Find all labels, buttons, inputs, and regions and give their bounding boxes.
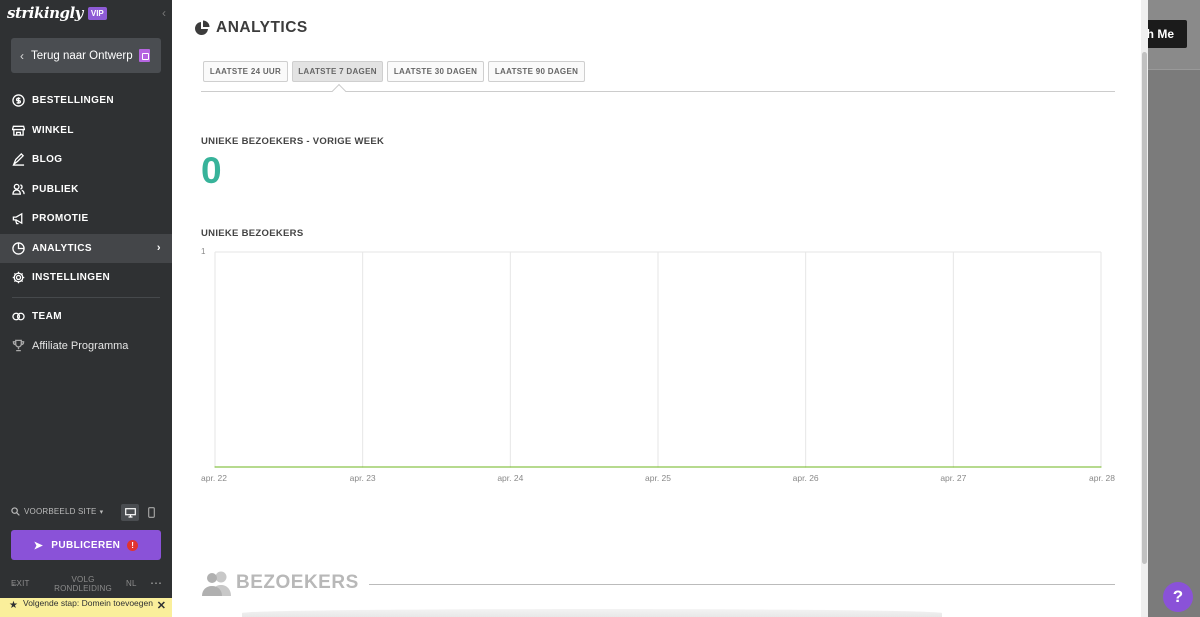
chevron-left-icon: ‹ [20,48,24,63]
help-button[interactable]: ? [1163,582,1193,612]
tour-link[interactable]: VOLG RONDLEIDING [53,575,113,593]
next-step-label: Volgende stap: Domein toevoegen [23,598,153,608]
next-step-banner[interactable]: ★ Volgende stap: Domein toevoegen ✕ [0,598,172,617]
sidebar-item-label: TEAM [32,310,62,322]
megaphone-icon [12,212,25,225]
sidebar-item-label: WINKEL [32,124,74,136]
analytics-panel: ANALYTICS LAATSTE 24 UUR LAATSTE 7 DAGEN… [172,0,1147,617]
desktop-icon [124,507,136,518]
sidebar-item-analytics[interactable]: ANALYTICS › [0,233,172,263]
mobile-icon [147,507,155,518]
kpi-value: 0 [201,150,222,191]
store-icon [12,124,25,137]
kpi-title: UNIEKE BEZOEKERS - VORIGE WEEK [201,136,385,147]
x-tick-label: apr. 28 [1089,473,1115,483]
content-shadow [242,609,942,617]
collapse-sidebar-icon[interactable]: ‹ [162,6,166,20]
data-point [805,466,807,468]
x-tick-label: apr. 24 [497,473,523,483]
alert-badge: ! [127,539,139,551]
search-icon [11,507,20,516]
exit-label: EXIT [11,579,30,588]
more-options-icon[interactable]: ⋯ [150,576,162,590]
strikingly-logo[interactable]: strikingly [7,4,83,22]
sidebar-item-affiliate[interactable]: Affiliate Programma [0,331,172,361]
back-to-design-label: Terug naar Ontwerp [31,49,133,62]
chart-title: UNIEKE BEZOEKERS [201,228,304,239]
data-point [214,466,216,468]
sidebar-item-label: ANALYTICS [32,242,92,254]
sidebar-item-label: BLOG [32,154,63,166]
section-divider [368,583,1115,585]
visitors-section-header: BEZOEKERS [202,570,1115,596]
sidebar-item-label: PUBLIEK [32,183,79,195]
mobile-preview-button[interactable] [142,504,160,521]
data-point [509,466,511,468]
language-selector[interactable]: NL [126,579,137,588]
close-icon[interactable]: ✕ [157,601,166,611]
publish-label: PUBLICEREN [51,539,121,551]
sidebar-item-label: INSTELLINGEN [32,272,111,284]
people-icon [202,571,231,596]
design-doc-icon [139,49,150,62]
site-preview-background [1148,0,1200,617]
tab-30-days[interactable]: LAATSTE 30 DAGEN [387,61,484,82]
dollar-icon [12,94,25,107]
unique-visitors-chart: 1 apr. 22 apr. 23 apr. 24 apr. 25 apr. 26 apr.… [201,247,1115,483]
trophy-icon [12,339,25,352]
preview-site-label: VOORBEELD SITE [24,507,97,516]
x-tick-label: apr. 27 [940,473,966,483]
chevron-right-icon: › [156,241,161,254]
tab-90-days[interactable]: LAATSTE 90 DAGEN [488,61,585,82]
sidebar-item-team[interactable]: TEAM [0,302,172,332]
sidebar-item-instellingen[interactable]: INSTELLINGEN [0,263,172,293]
y-tick-label: 1 [201,247,206,256]
x-tick-label: apr. 25 [645,473,671,483]
sidebar-item-promotie[interactable]: PROMOTIE [0,204,172,234]
x-tick-label: apr. 22 [201,473,227,483]
star-icon: ★ [9,600,18,611]
caret-down-icon: ▾ [99,508,104,516]
data-point [362,466,364,468]
sidebar-item-label: PROMOTIE [32,213,89,225]
sidebar-item-publiek[interactable]: PUBLIEK [0,175,172,205]
data-point [1100,466,1102,468]
sidebar-item-label: Affiliate Programma [32,339,129,352]
tab-7-days[interactable]: LAATSTE 7 DAGEN [292,61,383,82]
publish-button[interactable]: ➤ PUBLICEREN ! [11,530,161,560]
desktop-preview-button[interactable] [121,504,139,521]
date-range-tabs: LAATSTE 24 UUR LAATSTE 7 DAGEN LAATSTE 3… [203,61,589,82]
brand[interactable]: strikingly VIP [7,4,107,22]
pie-chart-icon [195,20,210,35]
page-header: ANALYTICS [194,19,308,37]
sidebar-item-blog[interactable]: BLOG [0,145,172,175]
data-point [952,466,954,468]
pen-icon [12,153,25,167]
page-title: ANALYTICS [216,19,308,36]
people-icon [12,183,25,196]
x-tick-label: apr. 23 [350,473,376,483]
active-tab-pointer [331,83,347,99]
tab-24-hours[interactable]: LAATSTE 24 UUR [203,61,288,82]
sidebar-item-label: BESTELLINGEN [32,95,115,107]
team-icon [12,310,25,323]
pie-chart-icon [12,242,25,255]
x-tick-label: apr. 26 [793,473,819,483]
gear-icon [12,271,25,284]
rocket-icon: ➤ [33,539,44,552]
sidebar-item-winkel[interactable]: WINKEL [0,116,172,146]
scrollbar-thumb[interactable] [1142,52,1147,564]
back-to-design-button[interactable]: ‹ Terug naar Ontwerp [11,38,161,73]
vip-badge: VIP [87,6,107,20]
section-title: BEZOEKERS [236,572,359,593]
data-point [657,466,659,468]
sidebar-nav: BESTELLINGEN WINKEL BLOG PUBLIEK PROMOTI… [0,86,172,361]
sidebar-divider [12,296,160,298]
sidebar-item-bestellingen[interactable]: BESTELLINGEN [0,86,172,116]
sidebar: strikingly VIP ‹ ‹ Terug naar Ontwerp BE… [0,0,172,617]
preview-site-dropdown[interactable]: VOORBEELD SITE ▾ [11,507,103,516]
